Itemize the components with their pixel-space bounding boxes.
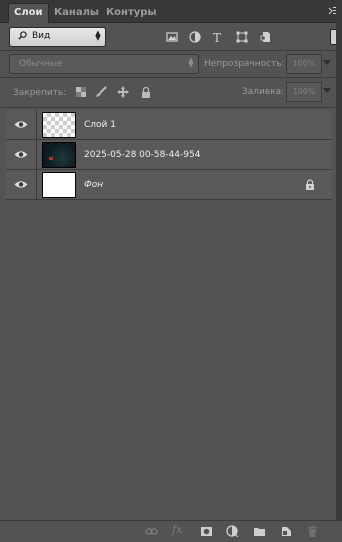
eye-icon: [14, 151, 28, 158]
blend-mode-select[interactable]: Обычные ▲ ▼: [9, 54, 199, 74]
tab-channels[interactable]: Каналы: [49, 4, 104, 22]
image-filter-icon[interactable]: [166, 31, 178, 43]
link-layers-icon[interactable]: [145, 525, 158, 538]
lock-transparent-pixels-icon[interactable]: [75, 86, 87, 98]
eye-icon: [14, 181, 28, 188]
divider: [0, 77, 342, 78]
visibility-toggle[interactable]: [6, 170, 37, 199]
delete-layer-icon[interactable]: [306, 525, 319, 538]
new-group-icon[interactable]: [253, 525, 266, 538]
eye-icon: [14, 121, 28, 128]
add-mask-icon[interactable]: [200, 525, 213, 538]
layer-filter-row: Вид ▲ ▼ T: [0, 24, 342, 50]
layer-row-layer-1[interactable]: Слой 1: [6, 110, 332, 140]
blend-mode-value: Обычные: [19, 59, 63, 69]
filter-kind-select[interactable]: Вид ▲ ▼: [9, 27, 106, 47]
panel-tab-bar: Слои Каналы Контуры: [0, 0, 342, 23]
opacity-label: Непрозрачность:: [204, 59, 285, 69]
visibility-toggle[interactable]: [6, 140, 37, 169]
layers-bottom-bar: fx: [0, 520, 342, 542]
visibility-toggle[interactable]: [6, 110, 37, 139]
layer-thumbnail: [42, 142, 76, 168]
opacity-input[interactable]: 100%: [286, 54, 322, 74]
layer-name[interactable]: 2025-05-28 00-58-44-954: [84, 150, 200, 160]
layers-panel: Слои Каналы Контуры Вид ▲ ▼ T Обычные ▲ ▼ …: [0, 0, 342, 542]
lock-all-icon[interactable]: [140, 86, 152, 98]
updown-arrows-icon: ▲ ▼: [95, 29, 101, 42]
tab-layers[interactable]: Слои: [8, 3, 49, 23]
type-filter-icon[interactable]: T: [212, 31, 224, 43]
thumbnail-detail: [49, 157, 53, 160]
fill-input[interactable]: 100%: [286, 82, 322, 102]
lock-row: Закрепить: Заливка: 100%: [0, 79, 342, 106]
search-icon: [18, 31, 27, 40]
new-layer-icon[interactable]: [280, 525, 293, 538]
opacity-dropdown-icon[interactable]: [323, 60, 331, 65]
layer-row-screenshot[interactable]: 2025-05-28 00-58-44-954: [6, 140, 332, 170]
smart-object-filter-icon[interactable]: [260, 31, 272, 43]
shape-filter-icon[interactable]: [236, 31, 248, 43]
panel-edge: [336, 0, 342, 541]
layer-thumbnail: [42, 172, 76, 198]
layers-list: Слой 1 2025-05-28 00-58-44-954 Фон: [6, 108, 336, 520]
lock-image-pixels-icon[interactable]: [95, 86, 107, 98]
fill-dropdown-icon[interactable]: [323, 88, 331, 93]
fill-label: Заливка:: [242, 87, 285, 97]
svg-text:T: T: [213, 31, 221, 43]
divider: [0, 50, 342, 51]
layer-thumbnail: [42, 112, 76, 138]
adjustment-layer-icon[interactable]: [226, 525, 239, 538]
lock-icon: [306, 179, 314, 190]
layer-name[interactable]: Слой 1: [84, 120, 116, 130]
tab-paths[interactable]: Контуры: [101, 4, 161, 22]
adjustment-filter-icon[interactable]: [189, 31, 201, 43]
updown-arrows-icon: ▲ ▼: [188, 56, 194, 69]
blend-row: Обычные ▲ ▼ Непрозрачность: 100%: [0, 52, 342, 76]
lock-position-icon[interactable]: [117, 86, 129, 98]
filter-kind-label: Вид: [32, 31, 51, 41]
layer-row-background[interactable]: Фон: [6, 170, 332, 200]
fx-icon[interactable]: fx: [172, 523, 182, 536]
layer-name[interactable]: Фон: [84, 180, 103, 190]
lock-label: Закрепить:: [13, 88, 67, 98]
